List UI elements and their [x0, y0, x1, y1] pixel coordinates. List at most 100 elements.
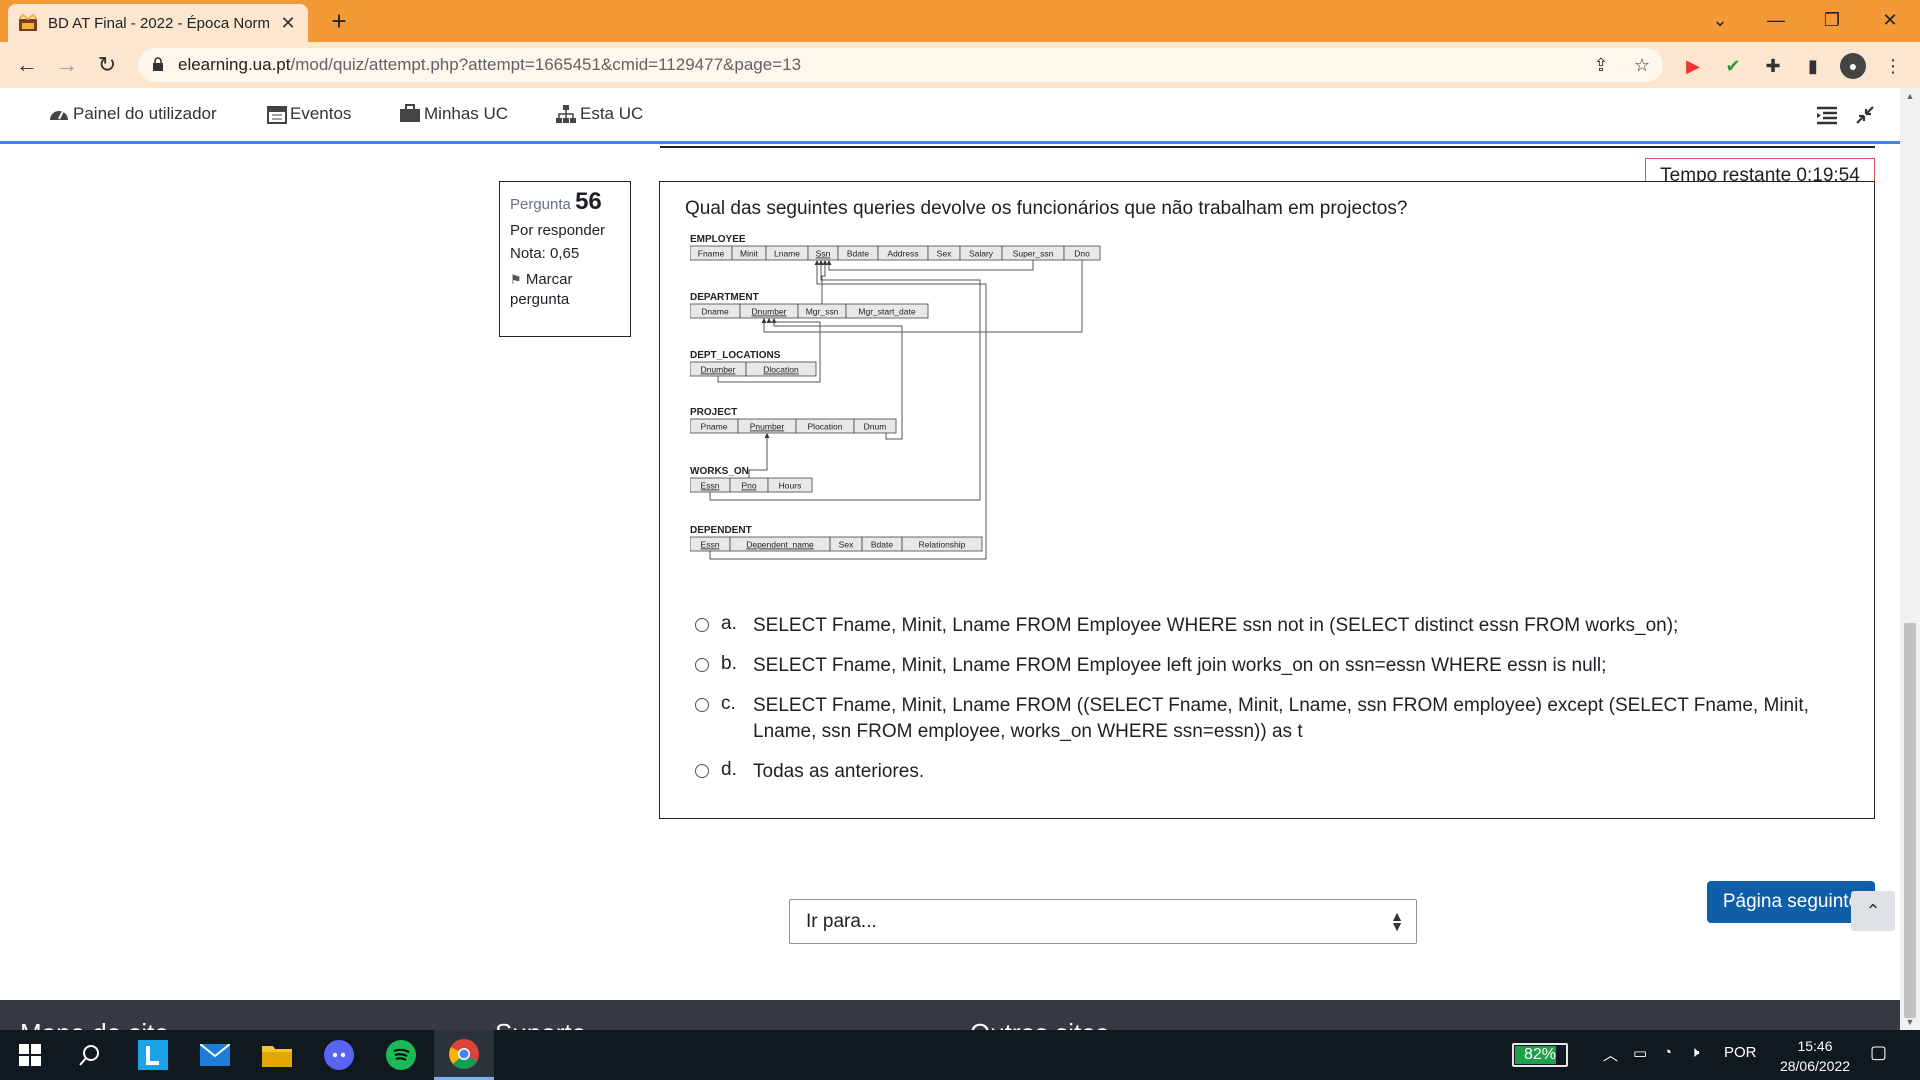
schema-reference-line	[748, 437, 768, 478]
collapse-fullscreen-icon[interactable]	[1852, 102, 1878, 128]
clock-time: 15:46	[1797, 1038, 1833, 1054]
battery-indicator[interactable]: 82%	[1512, 1043, 1568, 1067]
nav-dashboard-label: Painel do utilizador	[73, 104, 217, 123]
chrome-icon[interactable]	[434, 1030, 494, 1080]
chrome-menu-icon[interactable]: ⋮	[1880, 53, 1906, 79]
system-clock[interactable]: 15:46 28/06/2022	[1770, 1036, 1860, 1076]
answer-option-d[interactable]: d. Todas as anteriores.	[695, 759, 1813, 785]
notifications-icon[interactable]: ▢	[1870, 1042, 1887, 1063]
answer-letter: c.	[721, 693, 736, 714]
moodle-favicon-icon	[18, 14, 38, 31]
scrollbar-thumb[interactable]	[1904, 623, 1916, 1018]
restore-icon[interactable]: ❐	[1804, 0, 1860, 40]
scroll-up-icon[interactable]: ▲	[1900, 88, 1920, 104]
schema-column-label: Essn	[701, 540, 720, 550]
scroll-down-icon[interactable]: ▼	[1900, 1014, 1920, 1030]
close-window-icon[interactable]: ✕	[1862, 0, 1918, 40]
answer-option-a[interactable]: a. SELECT Fname, Minit, Lname FROM Emplo…	[695, 613, 1813, 639]
browser-tab[interactable]: BD AT Final - 2022 - Época Norm ✕	[8, 4, 308, 42]
page-scrollbar[interactable]: ▲ ▼	[1900, 88, 1920, 1030]
battery-icon[interactable]: ▭	[1633, 1044, 1647, 1062]
answer-text: SELECT Fname, Minit, Lname FROM Employee…	[753, 615, 1679, 636]
jump-to-select[interactable]: Ir para... ▲ ▼	[789, 899, 1417, 944]
tab-search-icon[interactable]: ⌄	[1692, 0, 1748, 40]
volume-muted-icon[interactable]: 🕨	[1690, 1044, 1699, 1061]
wifi-icon[interactable]: ◔	[1663, 1044, 1672, 1061]
schema-column-label: Minit	[740, 249, 759, 259]
back-to-top-icon[interactable]: ⌃	[1851, 891, 1895, 931]
bookmark-star-icon[interactable]: ☆	[1631, 54, 1653, 76]
nav-events[interactable]: Eventos	[267, 104, 351, 124]
nav-dashboard[interactable]: Painel do utilizador	[48, 104, 217, 124]
radio-button[interactable]	[695, 698, 709, 712]
radio-button[interactable]	[695, 618, 709, 632]
question-number-value: 56	[575, 188, 602, 215]
browser-titlebar: BD AT Final - 2022 - Época Norm ✕ + ⌄ — …	[0, 0, 1920, 42]
back-icon[interactable]: ←	[12, 50, 42, 80]
new-tab-icon[interactable]: +	[324, 6, 354, 36]
radio-button[interactable]	[695, 658, 709, 672]
profile-avatar[interactable]: ●	[1840, 53, 1866, 79]
select-arrows-icon: ▲ ▼	[1390, 908, 1404, 934]
spotify-icon[interactable]	[371, 1030, 431, 1080]
nav-this-course-label: Esta UC	[580, 104, 644, 123]
share-icon[interactable]: ⇪	[1590, 54, 1612, 76]
briefcase-icon	[400, 104, 420, 122]
tab-close-icon[interactable]: ✕	[278, 13, 298, 33]
flag-question[interactable]: ⚑ Marcar pergunta	[510, 270, 620, 310]
answer-option-c[interactable]: c. SELECT Fname, Minit, Lname FROM ((SEL…	[695, 693, 1813, 745]
block-drawer-icon[interactable]	[1814, 102, 1840, 128]
schema-column-label: Mgr_ssn	[806, 307, 839, 317]
file-explorer-icon[interactable]	[247, 1030, 307, 1080]
windows-start-icon[interactable]	[0, 1030, 60, 1080]
schema-column-label: Lname	[774, 249, 800, 259]
extensions-puzzle-icon[interactable]: ✚	[1760, 53, 1786, 79]
extension-shield-icon[interactable]: ✔	[1720, 53, 1746, 79]
url-host: elearning.ua.pt	[178, 55, 291, 74]
side-panel-icon[interactable]: ▮	[1800, 53, 1826, 79]
battery-percent: 82%	[1523, 1046, 1557, 1063]
schema-column-label: Salary	[969, 249, 994, 259]
url-path: /mod/quiz/attempt.php?attempt=1665451&cm…	[290, 55, 802, 74]
schema-table-name: DEPT_LOCATIONS	[690, 350, 781, 361]
footer-heading: Mapa do site	[20, 1018, 169, 1030]
schema-column-label: Dno	[1074, 249, 1090, 259]
extension-play-icon[interactable]: ▶	[1680, 53, 1706, 79]
nav-this-course[interactable]: Esta UC	[555, 104, 643, 124]
schema-column-label: Ssn	[816, 249, 831, 259]
forward-icon[interactable]: →	[52, 50, 82, 80]
screen: BD AT Final - 2022 - Época Norm ✕ + ⌄ — …	[0, 0, 1920, 1080]
answer-text: SELECT Fname, Minit, Lname FROM ((SELECT…	[753, 695, 1809, 742]
next-page-button[interactable]: Página seguinte	[1707, 881, 1875, 923]
language-indicator[interactable]: POR	[1724, 1044, 1757, 1061]
windows-taskbar: 82% ︿ ▭ ◔ 🕨 POR 15:46 28/06/2022 ▢	[0, 1030, 1920, 1080]
schema-column-label: Fname	[698, 249, 725, 259]
minimize-icon[interactable]: —	[1748, 0, 1804, 40]
answer-option-b[interactable]: b. SELECT Fname, Minit, Lname FROM Emplo…	[695, 653, 1813, 679]
schema-column-label: Sex	[937, 249, 952, 259]
sitemap-icon	[556, 105, 576, 123]
question-content: Qual das seguintes queries devolve os fu…	[659, 181, 1875, 819]
schema-table-name: EMPLOYEE	[690, 234, 746, 245]
discord-icon[interactable]	[309, 1030, 369, 1080]
flag-icon: ⚑	[510, 272, 522, 287]
footer-heading: Suporte	[495, 1018, 586, 1030]
schema-table-name: DEPARTMENT	[690, 292, 759, 303]
search-icon[interactable]	[60, 1030, 120, 1080]
schema-column-label: Plocation	[808, 422, 843, 432]
schema-column-label: Essn	[701, 481, 720, 491]
schema-column-label: Pname	[701, 422, 728, 432]
answer-letter: a.	[721, 613, 737, 634]
schema-column-label: Sex	[839, 540, 854, 550]
radio-button[interactable]	[695, 764, 709, 778]
relational-schema-diagram: EMPLOYEE Fname Minit Lname Ssn Bdate Address Se…	[690, 234, 1101, 560]
app-l-icon[interactable]	[123, 1030, 183, 1080]
reload-icon[interactable]: ↻	[92, 50, 122, 80]
nav-my-courses[interactable]: Minhas UC	[399, 104, 508, 124]
tray-chevron-icon[interactable]: ︿	[1603, 1044, 1618, 1065]
schema-column-label: Hours	[779, 481, 802, 491]
address-bar[interactable]: elearning.ua.pt/mod/quiz/attempt.php?att…	[138, 48, 1663, 82]
answer-text: Todas as anteriores.	[753, 761, 925, 782]
nav-events-label: Eventos	[290, 104, 352, 123]
mail-icon[interactable]	[185, 1030, 245, 1080]
